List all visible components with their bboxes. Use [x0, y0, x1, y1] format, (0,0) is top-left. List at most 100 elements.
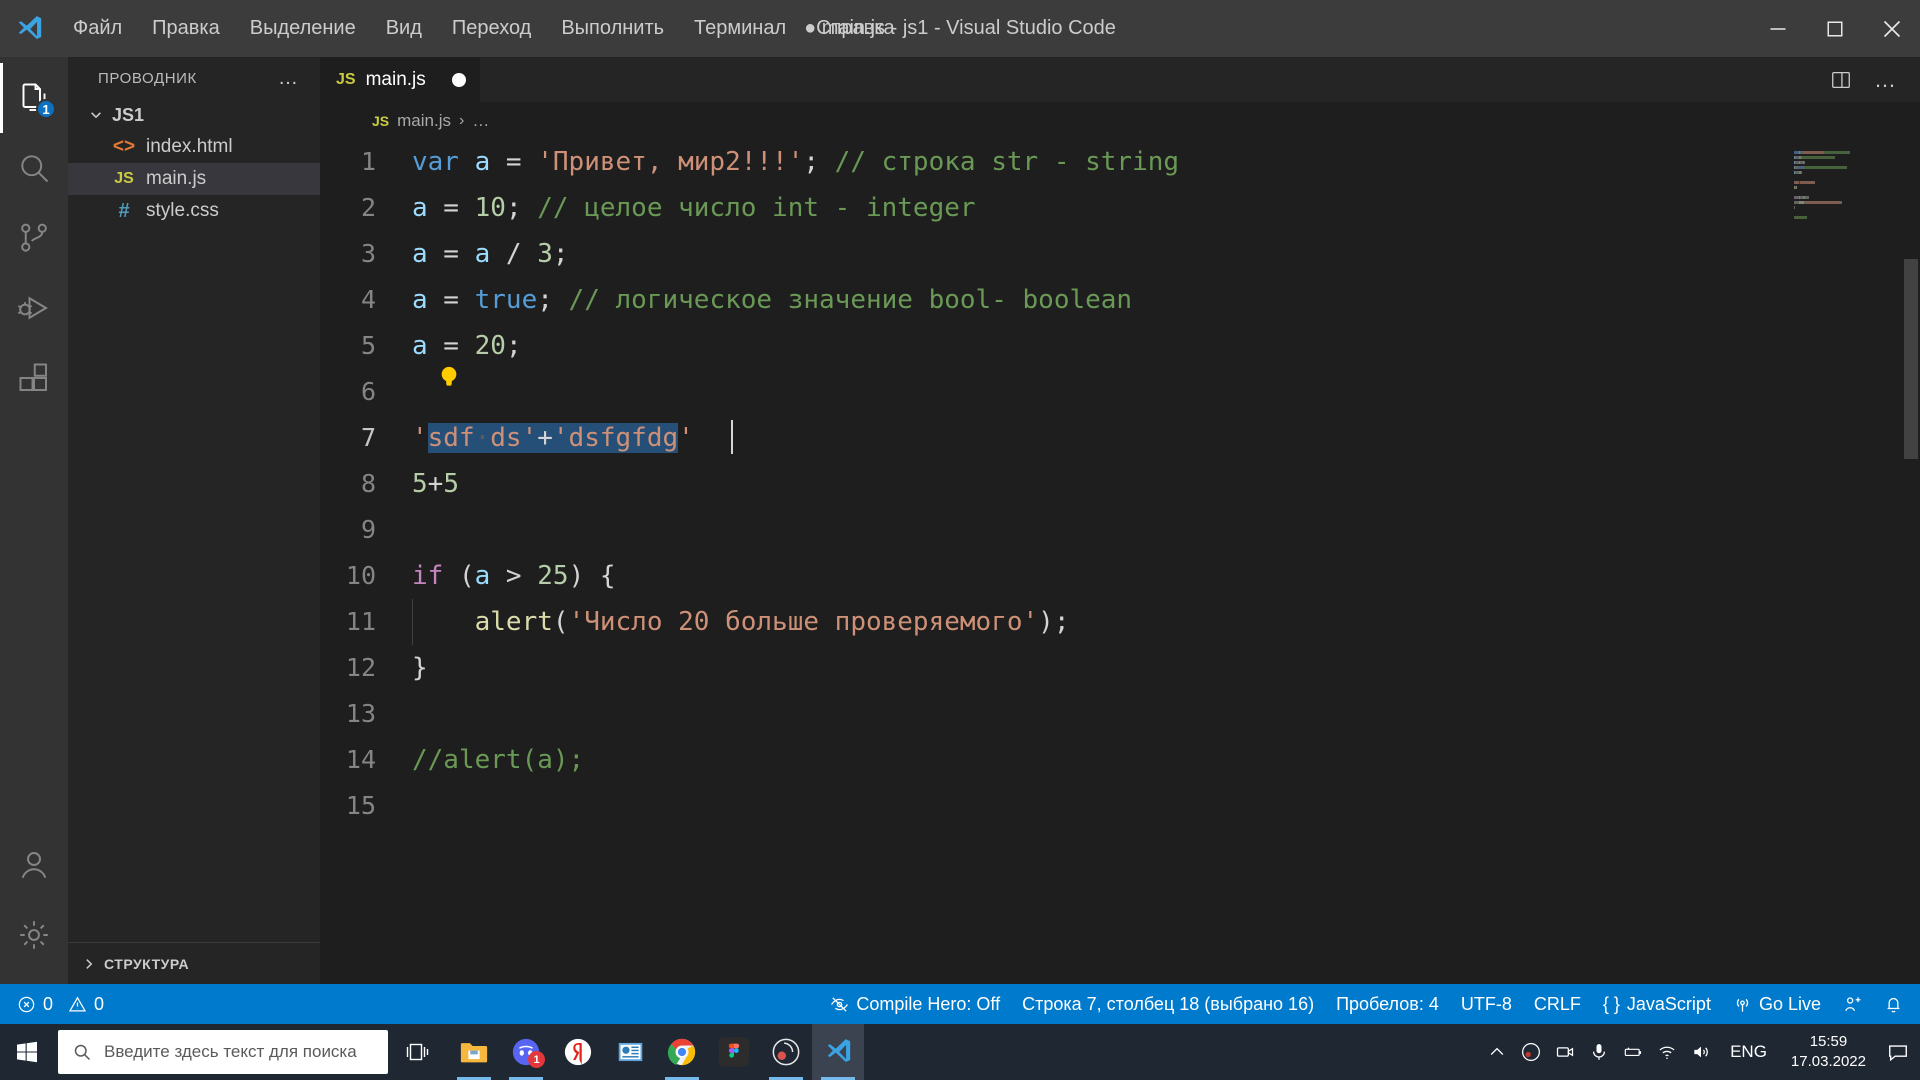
taskbar-app-figma[interactable] [708, 1024, 760, 1080]
status-encoding[interactable]: UTF-8 [1450, 984, 1523, 1024]
taskbar-app-visual-studio-code[interactable] [812, 1024, 864, 1080]
file-explorer-icon [460, 1042, 488, 1062]
tree-file-index-html[interactable]: <> index.html [68, 131, 320, 163]
activity-source-control-icon[interactable] [0, 203, 68, 273]
microphone-icon[interactable] [1582, 1024, 1616, 1080]
line-number: 3 [360, 239, 376, 268]
taskbar-search-box[interactable]: Введите здесь текст для поиска [58, 1030, 388, 1074]
code-line[interactable]: 8 5+5 [320, 461, 1786, 507]
tree-file-main-js[interactable]: JS main.js [68, 163, 320, 195]
activity-extensions-icon[interactable] [0, 343, 68, 413]
google-chrome-icon [667, 1038, 696, 1066]
code-line-text[interactable]: var a = 'Привет, мир2!!!'; // строка str… [412, 139, 1179, 185]
activity-account-icon[interactable] [0, 830, 68, 900]
code-line[interactable]: 11 alert('Число 20 больше проверяемого')… [320, 599, 1786, 645]
minimap-line [1794, 161, 1902, 164]
status-notifications[interactable] [1873, 984, 1914, 1024]
code-line-text[interactable]: a = true; // логическое значение bool- b… [412, 277, 1132, 323]
menu-selection[interactable]: Выделение [235, 11, 371, 46]
code-line[interactable]: 10 if (a > 25) { [320, 553, 1786, 599]
status-eol[interactable]: CRLF [1523, 984, 1592, 1024]
status-problems[interactable]: 0 0 [6, 984, 115, 1024]
code-line-text[interactable]: a = 10; // целое число int - integer [412, 185, 976, 231]
status-go-live[interactable]: Go Live [1722, 984, 1832, 1024]
editor-more-actions-icon[interactable]: … [1874, 67, 1898, 93]
editor-scrollbar[interactable] [1902, 139, 1920, 984]
maximize-button[interactable] [1806, 0, 1863, 57]
taskbar-app-yandex-browser[interactable] [552, 1024, 604, 1080]
unsaved-dot-icon[interactable] [451, 72, 466, 87]
activity-search-icon[interactable] [0, 133, 68, 203]
wifi-icon[interactable] [1650, 1024, 1684, 1080]
code-line-text[interactable]: alert('Число 20 больше проверяемого'); [412, 599, 1070, 645]
code-line[interactable]: 15 [320, 783, 1786, 829]
volume-icon[interactable] [1684, 1024, 1718, 1080]
tab-main-js[interactable]: JS main.js [320, 57, 481, 102]
menu-view[interactable]: Вид [371, 11, 437, 46]
taskbar-app-powerpoint[interactable] [604, 1024, 656, 1080]
code-line[interactable]: 7'sdf·ds'+'dsfgfdg' [320, 415, 1786, 461]
task-view-button[interactable] [388, 1024, 448, 1080]
activity-settings-gear-icon[interactable] [0, 900, 68, 970]
menu-file[interactable]: Файл [58, 11, 137, 46]
clock[interactable]: 15:59 17.03.2022 [1779, 1032, 1878, 1072]
tree-folder-js1[interactable]: JS1 [68, 99, 320, 131]
code-line-text[interactable]: if (a > 25) { [412, 553, 616, 599]
code-line[interactable]: 5 a = 20; [320, 323, 1786, 369]
input-language-indicator[interactable]: ENG [1718, 1042, 1779, 1062]
outline-section-header[interactable]: СТРУКТУРА [68, 942, 320, 984]
activity-run-debug-icon[interactable] [0, 273, 68, 343]
tree-file-style-css[interactable]: # style.css [68, 195, 320, 227]
code-line[interactable]: 13 [320, 691, 1786, 737]
code-line[interactable]: 3 a = a / 3; [320, 231, 1786, 277]
activity-explorer-icon[interactable]: 1 [0, 63, 68, 133]
scrollbar-thumb[interactable] [1904, 259, 1918, 459]
status-cursor-position[interactable]: Строка 7, столбец 18 (выбрано 16) [1011, 984, 1325, 1024]
menu-go[interactable]: Переход [437, 11, 546, 46]
code-line-text[interactable]: a = a / 3; [412, 231, 569, 277]
menu-edit[interactable]: Правка [137, 11, 235, 46]
code-line[interactable]: 12} [320, 645, 1786, 691]
code-editor[interactable]: 1 var a = 'Привет, мир2!!!'; // строка st… [320, 139, 1786, 984]
code-line-text[interactable]: } [412, 645, 428, 691]
breadcrumb-file[interactable]: main.js [397, 111, 451, 131]
code-line[interactable]: 6 [320, 366, 1786, 415]
code-line[interactable]: 14 //alert(a); [320, 737, 1786, 783]
menu-run[interactable]: Выполнить [546, 11, 679, 46]
code-token: 5 [443, 469, 459, 499]
code-line[interactable]: 4 a = true; // логическое значение bool- … [320, 277, 1786, 323]
code-line-text[interactable]: //alert(a); [412, 737, 584, 783]
taskbar-app-file-explorer[interactable] [448, 1024, 500, 1080]
show-hidden-icons-icon[interactable] [1480, 1024, 1514, 1080]
code-line-text[interactable]: 5+5 [412, 461, 459, 507]
code-line[interactable]: 1 var a = 'Привет, мир2!!!'; // строка st… [320, 139, 1786, 185]
code-token: // строка str - string [819, 147, 1180, 177]
obs-tray-icon[interactable] [1514, 1024, 1548, 1080]
status-compile-hero[interactable]: Compile Hero: Off [819, 984, 1011, 1024]
minimap[interactable] [1786, 139, 1902, 984]
taskbar-app-discord[interactable]: 1 [500, 1024, 552, 1080]
taskbar-app-google-chrome[interactable] [656, 1024, 708, 1080]
breadcrumb-rest[interactable]: … [472, 111, 489, 131]
camera-icon[interactable] [1548, 1024, 1582, 1080]
close-button[interactable] [1863, 0, 1920, 57]
quick-fix-lightbulb-icon[interactable] [438, 359, 460, 386]
taskbar-app-obs-studio[interactable] [760, 1024, 812, 1080]
status-language-mode[interactable]: { } JavaScript [1592, 984, 1722, 1024]
code-token: a [412, 193, 428, 223]
battery-icon[interactable] [1616, 1024, 1650, 1080]
minimize-button[interactable] [1749, 0, 1806, 57]
split-editor-icon[interactable] [1830, 69, 1852, 91]
menu-terminal[interactable]: Терминал [679, 11, 801, 46]
explorer-more-actions-icon[interactable]: … [278, 67, 300, 90]
status-remote[interactable] [1832, 984, 1873, 1024]
code-line[interactable]: 2 a = 10; // целое число int - integer [320, 185, 1786, 231]
code-line-text[interactable]: a = 20; [412, 323, 522, 369]
start-button[interactable] [0, 1024, 54, 1080]
status-indentation[interactable]: Пробелов: 4 [1325, 984, 1450, 1024]
code-line[interactable]: 9 [320, 507, 1786, 553]
notification-center-icon[interactable] [1878, 1024, 1918, 1080]
code-line-text[interactable]: 'sdf·ds'+'dsfgfdg' [412, 415, 694, 461]
menu-help[interactable]: Справка [801, 11, 909, 46]
